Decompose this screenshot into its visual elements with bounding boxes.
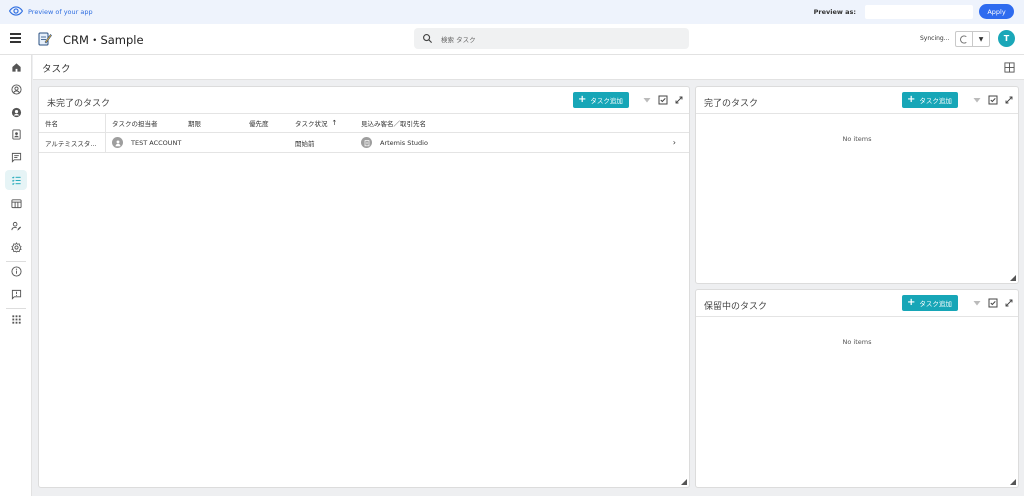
cell-assignee: TEST ACCOUNT xyxy=(105,133,182,152)
column-header-due[interactable]: 期限 xyxy=(182,114,243,132)
chevron-right-icon[interactable]: › xyxy=(673,138,676,147)
resize-handle-icon[interactable] xyxy=(1010,479,1016,485)
caret-down-icon[interactable]: ▼ xyxy=(973,32,989,46)
panel-divider xyxy=(696,316,1018,317)
hamburger-menu-icon[interactable] xyxy=(10,33,21,43)
empty-state: No items xyxy=(842,135,872,143)
checkbox-icon[interactable] xyxy=(988,298,998,308)
column-header-assignee[interactable]: タスクの担当者 xyxy=(105,114,182,132)
spinner-icon xyxy=(956,32,973,46)
preview-link-label[interactable]: Preview of your app xyxy=(28,8,93,16)
user-avatar[interactable]: T xyxy=(998,30,1015,47)
expand-icon[interactable] xyxy=(1004,298,1014,308)
add-task-label: タスク追加 xyxy=(919,97,952,105)
add-task-button[interactable]: + タスク追加 xyxy=(573,92,629,108)
cell-subject: アルテミススタ... xyxy=(45,139,97,148)
column-header-subject[interactable]: 件名 xyxy=(39,114,105,132)
expand-icon[interactable] xyxy=(1004,95,1014,105)
comment-icon[interactable] xyxy=(5,147,27,167)
user-circle-filled-icon[interactable] xyxy=(5,102,27,122)
checkbox-icon[interactable] xyxy=(658,95,668,105)
sidebar xyxy=(0,55,32,496)
plus-icon: + xyxy=(907,297,916,308)
task-list-icon[interactable] xyxy=(5,170,27,190)
filter-icon[interactable] xyxy=(642,95,652,105)
panel-title: 未完了のタスク xyxy=(47,99,111,109)
plus-icon: + xyxy=(578,94,587,105)
cell-status: 開始前 xyxy=(295,139,315,148)
table-header: 件名 タスクの担当者 期限 優先度 タスク状況 ↑ 見込み客名／取引先名 xyxy=(39,113,689,133)
panel-title: 完了のタスク xyxy=(704,99,759,109)
panel-title: 保留中のタスク xyxy=(704,302,768,312)
add-task-button[interactable]: + タスク追加 xyxy=(902,295,958,311)
on-hold-tasks-panel: 保留中のタスク + タスク追加 No items xyxy=(695,289,1019,488)
preview-as-label: Preview as: xyxy=(813,7,856,16)
app-logo-icon xyxy=(38,32,52,46)
page-title: タスク xyxy=(42,64,71,75)
resize-handle-icon[interactable] xyxy=(681,479,687,485)
incomplete-tasks-panel: 未完了のタスク + タスク追加 件名 タスクの担当者 期限 優先度 タスク状況 … xyxy=(38,86,690,488)
cell-due xyxy=(182,133,243,152)
search-input[interactable]: 検索 タスク xyxy=(414,28,689,49)
preview-bar: Preview of your app Preview as: Apply xyxy=(0,0,1024,24)
cell-account: Artemis Studio xyxy=(355,133,689,152)
user-avatar-icon xyxy=(112,137,123,148)
filter-icon[interactable] xyxy=(972,298,982,308)
checkbox-icon[interactable] xyxy=(988,95,998,105)
account-name: Artemis Studio xyxy=(380,138,428,147)
user-circle-outline-icon[interactable] xyxy=(5,79,27,99)
feedback-icon[interactable] xyxy=(5,284,27,304)
plus-icon: + xyxy=(907,94,916,105)
app-header: CRM・Sample 検索 タスク Syncing... ▼ T xyxy=(0,24,1024,55)
user-edit-icon[interactable] xyxy=(5,216,27,236)
contact-card-icon[interactable] xyxy=(5,124,27,144)
filter-icon[interactable] xyxy=(972,95,982,105)
add-task-label: タスク追加 xyxy=(919,300,952,308)
layout-grid-icon[interactable] xyxy=(1004,62,1015,73)
calendar-grid-icon[interactable] xyxy=(5,193,27,213)
building-icon xyxy=(361,137,372,148)
page-header: タスク xyxy=(33,55,1024,80)
sync-status: Syncing... xyxy=(920,35,950,42)
app-title: CRM・Sample xyxy=(63,33,144,47)
add-task-button[interactable]: + タスク追加 xyxy=(902,92,958,108)
table-row[interactable]: アルテミススタ... TEST ACCOUNT 開始前 Artemis Stud… xyxy=(39,133,689,153)
resize-handle-icon[interactable] xyxy=(1010,275,1016,281)
preview-link[interactable]: Preview of your app xyxy=(8,4,93,20)
column-header-priority[interactable]: 優先度 xyxy=(243,114,289,132)
apply-button[interactable]: Apply xyxy=(979,4,1014,19)
completed-tasks-panel: 完了のタスク + タスク追加 No items xyxy=(695,86,1019,284)
expand-icon[interactable] xyxy=(674,95,684,105)
preview-as-input[interactable] xyxy=(865,4,973,19)
cell-priority xyxy=(243,133,289,152)
empty-state: No items xyxy=(842,338,872,346)
info-icon[interactable] xyxy=(5,261,27,281)
column-header-status-label: タスク状況 xyxy=(295,120,328,128)
home-icon[interactable] xyxy=(5,57,27,77)
search-placeholder: 検索 タスク xyxy=(441,35,476,44)
column-header-status[interactable]: タスク状況 ↑ xyxy=(289,114,355,132)
panel-divider xyxy=(696,113,1018,114)
task-table: 件名 タスクの担当者 期限 優先度 タスク状況 ↑ 見込み客名／取引先名 アルテ… xyxy=(39,113,689,153)
sort-ascending-icon: ↑ xyxy=(331,119,338,127)
assignee-name: TEST ACCOUNT xyxy=(131,138,182,147)
add-task-label: タスク追加 xyxy=(590,97,623,105)
eye-icon xyxy=(8,4,24,20)
apps-grid-icon[interactable] xyxy=(5,309,27,329)
sync-control[interactable]: ▼ xyxy=(955,31,990,47)
gear-icon[interactable] xyxy=(5,237,27,257)
search-icon xyxy=(423,34,433,44)
column-header-account[interactable]: 見込み客名／取引先名 xyxy=(355,114,689,132)
